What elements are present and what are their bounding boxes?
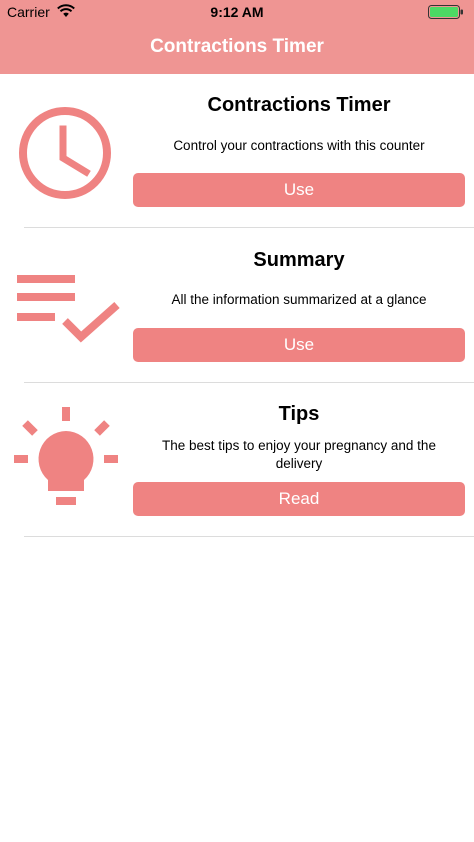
section-description: The best tips to enjoy your pregnancy an… bbox=[162, 438, 436, 471]
section-contractions-timer: Contractions Timer Control your contract… bbox=[0, 74, 474, 228]
page-title: Contractions Timer bbox=[150, 36, 324, 57]
read-tips-button[interactable]: Read bbox=[133, 482, 465, 516]
clock-icon bbox=[19, 107, 111, 199]
status-bar: Carrier 9:12 AM bbox=[0, 0, 474, 24]
section-title: Tips bbox=[278, 403, 320, 425]
use-timer-button[interactable]: Use bbox=[133, 173, 465, 207]
section-summary: Summary All the information summarized a… bbox=[0, 228, 474, 382]
section-description: Control your contractions with this coun… bbox=[173, 138, 425, 153]
status-time: 9:12 AM bbox=[210, 4, 264, 20]
navigation-header: Carrier 9:12 AM Contractions Timer bbox=[0, 0, 474, 74]
section-title: Contractions Timer bbox=[207, 94, 391, 116]
divider bbox=[24, 536, 474, 537]
section-tips: Tips The best tips to enjoy your pregnan… bbox=[0, 383, 474, 537]
checklist-icon bbox=[17, 275, 120, 343]
section-title: Summary bbox=[253, 249, 345, 271]
battery-icon bbox=[428, 5, 463, 19]
section-description: All the information summarized at a glan… bbox=[171, 292, 427, 307]
use-summary-button[interactable]: Use bbox=[133, 328, 465, 362]
lightbulb-icon bbox=[14, 407, 118, 505]
